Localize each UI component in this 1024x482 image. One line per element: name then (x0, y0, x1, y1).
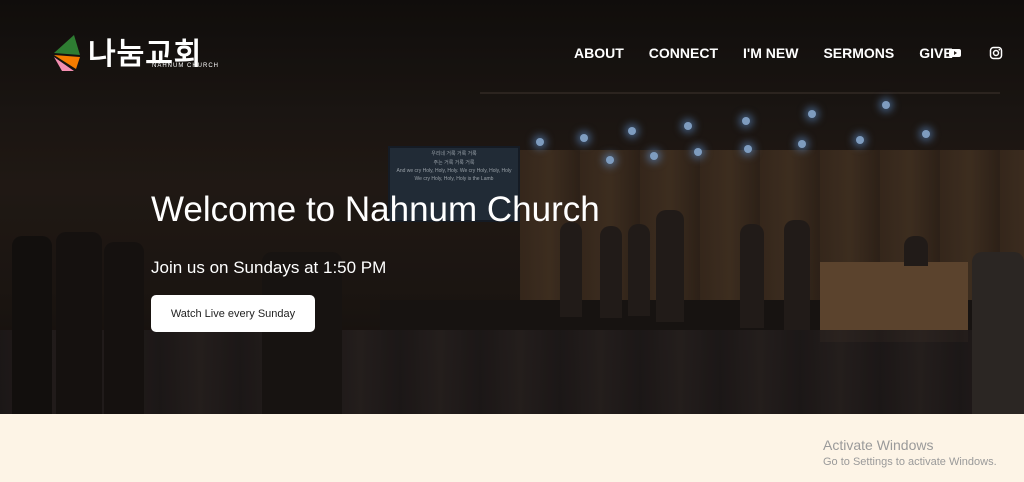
windows-activation-watermark: Activate Windows Go to Settings to activ… (823, 437, 997, 468)
logo-english-name: NAHNUM CHURCH (152, 63, 219, 69)
youtube-icon[interactable] (948, 46, 962, 60)
watch-live-button[interactable]: Watch Live every Sunday (151, 295, 315, 332)
church-logo[interactable]: 나눔교회 NAHNUM CHURCH (52, 33, 222, 73)
hero-subtitle: Join us on Sundays at 1:50 PM (151, 258, 387, 277)
logo-mark-icon (54, 35, 80, 71)
nav-about[interactable]: ABOUT (574, 45, 624, 61)
hero-title: Welcome to Nahnum Church (151, 190, 600, 229)
nav-connect[interactable]: CONNECT (649, 45, 718, 61)
instagram-icon[interactable] (989, 46, 1003, 60)
watermark-line2: Go to Settings to activate Windows. (823, 456, 997, 468)
main-nav: ABOUT CONNECT I'M NEW SERMONS GIVE (574, 45, 978, 61)
watermark-line1: Activate Windows (823, 437, 934, 453)
hero-section: 우리네 거룩 거룩 거룩 주는 거룩 거룩 거룩 And we cry Holy… (0, 0, 1024, 414)
nav-im-new[interactable]: I'M NEW (743, 45, 798, 61)
nav-sermons[interactable]: SERMONS (823, 45, 894, 61)
